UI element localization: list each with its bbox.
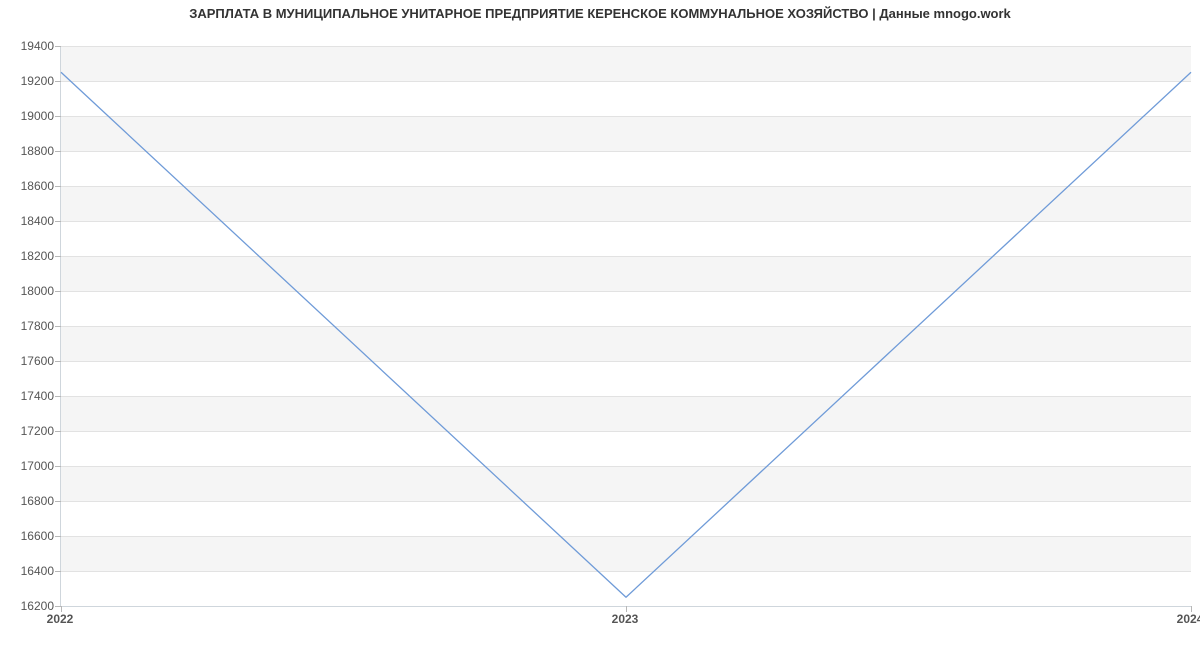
y-tick-label: 17400: [21, 389, 54, 403]
y-tick-mark: [55, 466, 61, 467]
x-tick-label: 2022: [47, 612, 74, 626]
y-tick-mark: [55, 396, 61, 397]
y-tick-label: 18800: [21, 144, 54, 158]
y-tick-mark: [55, 326, 61, 327]
chart-container: ЗАРПЛАТА В МУНИЦИПАЛЬНОЕ УНИТАРНОЕ ПРЕДП…: [0, 0, 1200, 650]
y-tick-label: 17000: [21, 459, 54, 473]
y-tick-mark: [55, 116, 61, 117]
y-tick-label: 17600: [21, 354, 54, 368]
y-tick-mark: [55, 571, 61, 572]
y-tick-label: 18000: [21, 284, 54, 298]
y-tick-mark: [55, 361, 61, 362]
y-tick-label: 17800: [21, 319, 54, 333]
plot-area: [60, 46, 1191, 607]
y-tick-mark: [55, 256, 61, 257]
y-tick-mark: [55, 151, 61, 152]
y-tick-mark: [55, 186, 61, 187]
y-tick-mark: [55, 81, 61, 82]
y-tick-label: 16400: [21, 564, 54, 578]
y-tick-label: 18600: [21, 179, 54, 193]
x-tick-label: 2023: [612, 612, 639, 626]
y-tick-mark: [55, 536, 61, 537]
y-tick-label: 18200: [21, 249, 54, 263]
y-tick-mark: [55, 501, 61, 502]
y-tick-label: 18400: [21, 214, 54, 228]
y-tick-label: 16200: [21, 599, 54, 613]
y-tick-mark: [55, 46, 61, 47]
y-tick-mark: [55, 291, 61, 292]
chart-title: ЗАРПЛАТА В МУНИЦИПАЛЬНОЕ УНИТАРНОЕ ПРЕДП…: [0, 6, 1200, 21]
y-tick-label: 19000: [21, 109, 54, 123]
y-tick-label: 16600: [21, 529, 54, 543]
y-tick-label: 17200: [21, 424, 54, 438]
series-line: [61, 72, 1191, 597]
line-layer: [61, 46, 1191, 606]
y-tick-label: 19200: [21, 74, 54, 88]
y-tick-mark: [55, 221, 61, 222]
y-tick-label: 16800: [21, 494, 54, 508]
x-tick-label: 2024: [1177, 612, 1200, 626]
y-tick-mark: [55, 431, 61, 432]
y-tick-label: 19400: [21, 39, 54, 53]
